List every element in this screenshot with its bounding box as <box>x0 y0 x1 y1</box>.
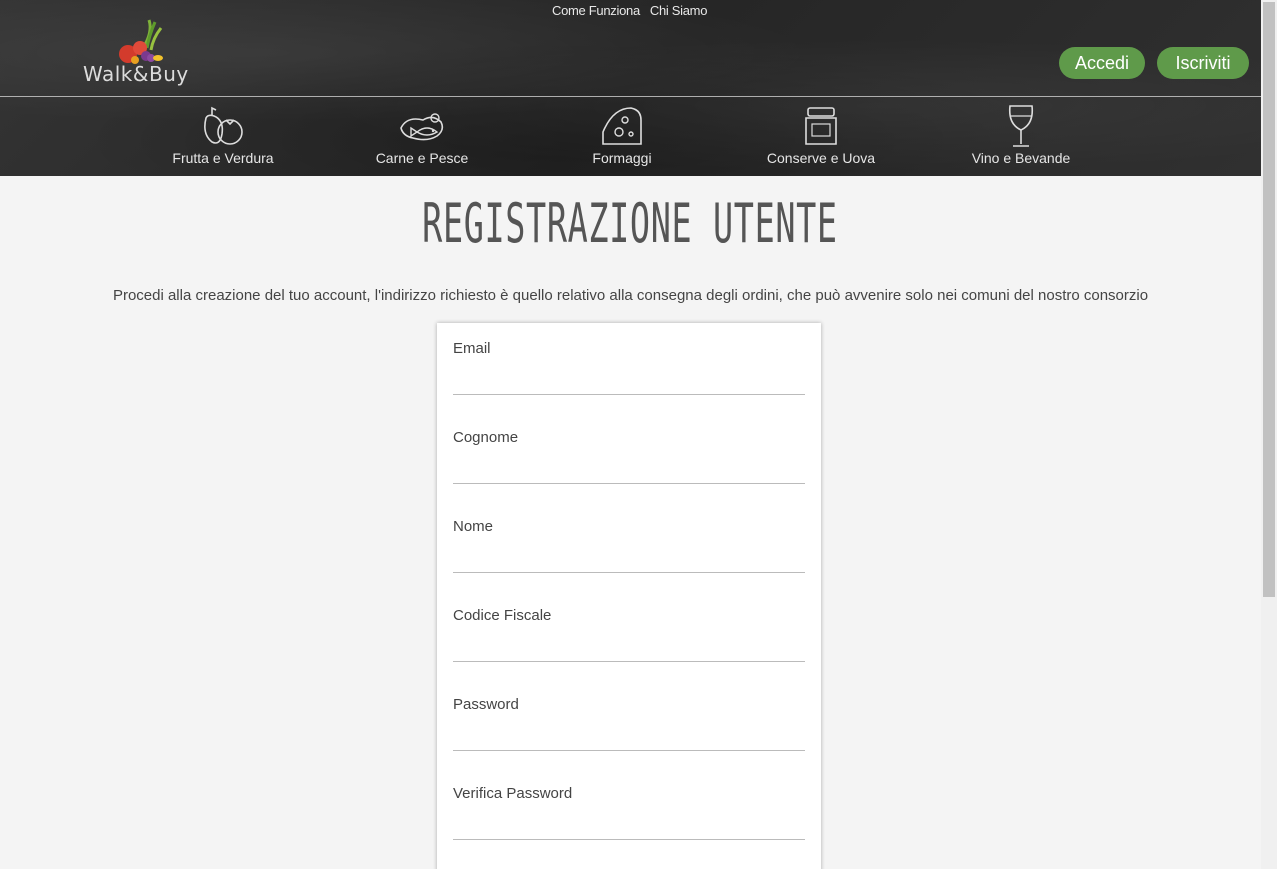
category-label: Frutta e Verdura <box>172 150 274 166</box>
site-header: Come Funziona Chi Siamo Walk&Buy Accedi … <box>0 0 1261 176</box>
password-label: Password <box>453 696 519 713</box>
email-field: Email <box>453 323 805 395</box>
scrollbar-thumb[interactable] <box>1263 2 1275 597</box>
verify-password-input[interactable] <box>453 813 805 837</box>
password-field: Password <box>453 679 805 751</box>
registration-form: Email Cognome Nome Codice Fiscale Passwo… <box>437 323 821 869</box>
header-divider <box>0 96 1261 97</box>
about-us-link[interactable]: Chi Siamo <box>650 3 708 18</box>
cheese-icon <box>602 107 642 145</box>
category-carne-pesce[interactable]: Carne e Pesce <box>352 104 492 166</box>
verify-password-field: Verifica Password <box>453 768 805 840</box>
meat-fish-icon <box>400 113 444 141</box>
signup-button[interactable]: Iscriviti <box>1157 47 1249 79</box>
top-nav: Come Funziona Chi Siamo <box>552 3 707 18</box>
wine-glass-icon <box>1008 105 1034 147</box>
logo-text: Walk&Buy <box>83 62 189 86</box>
page-title: REGISTRAZIONE UTENTE <box>422 192 838 255</box>
surname-label: Cognome <box>453 429 519 446</box>
surname-field: Cognome <box>453 412 805 484</box>
category-vino-bevande[interactable]: Vino e Bevande <box>951 104 1091 166</box>
name-input[interactable] <box>453 546 805 570</box>
intro-text: Procedi alla creazione del tuo account, … <box>112 287 1149 304</box>
site-logo[interactable]: Walk&Buy <box>83 18 195 90</box>
category-label: Conserve e Uova <box>766 150 876 166</box>
fiscal-code-field: Codice Fiscale <box>453 590 805 662</box>
surname-input[interactable] <box>453 457 805 481</box>
category-label: Vino e Bevande <box>971 150 1071 166</box>
password-input[interactable] <box>453 724 805 748</box>
fiscal-code-label: Codice Fiscale <box>453 607 552 624</box>
name-field: Nome <box>453 501 805 573</box>
category-conserve-uova[interactable]: Conserve e Uova <box>751 104 891 166</box>
category-label: Formaggi <box>592 150 652 166</box>
jar-icon <box>805 107 837 145</box>
fruit-basket-logo-icon <box>119 19 163 64</box>
category-label: Carne e Pesce <box>375 150 469 166</box>
fruit-vegetable-icon <box>204 106 243 145</box>
email-input[interactable] <box>453 368 805 392</box>
how-it-works-link[interactable]: Come Funziona <box>552 3 640 18</box>
email-label: Email <box>453 340 491 357</box>
fiscal-code-input[interactable] <box>453 635 805 659</box>
login-button[interactable]: Accedi <box>1059 47 1145 79</box>
category-frutta-verdura[interactable]: Frutta e Verdura <box>153 104 293 166</box>
name-label: Nome <box>453 518 494 535</box>
verify-password-label: Verifica Password <box>453 785 573 802</box>
category-formaggi[interactable]: Formaggi <box>552 104 692 166</box>
